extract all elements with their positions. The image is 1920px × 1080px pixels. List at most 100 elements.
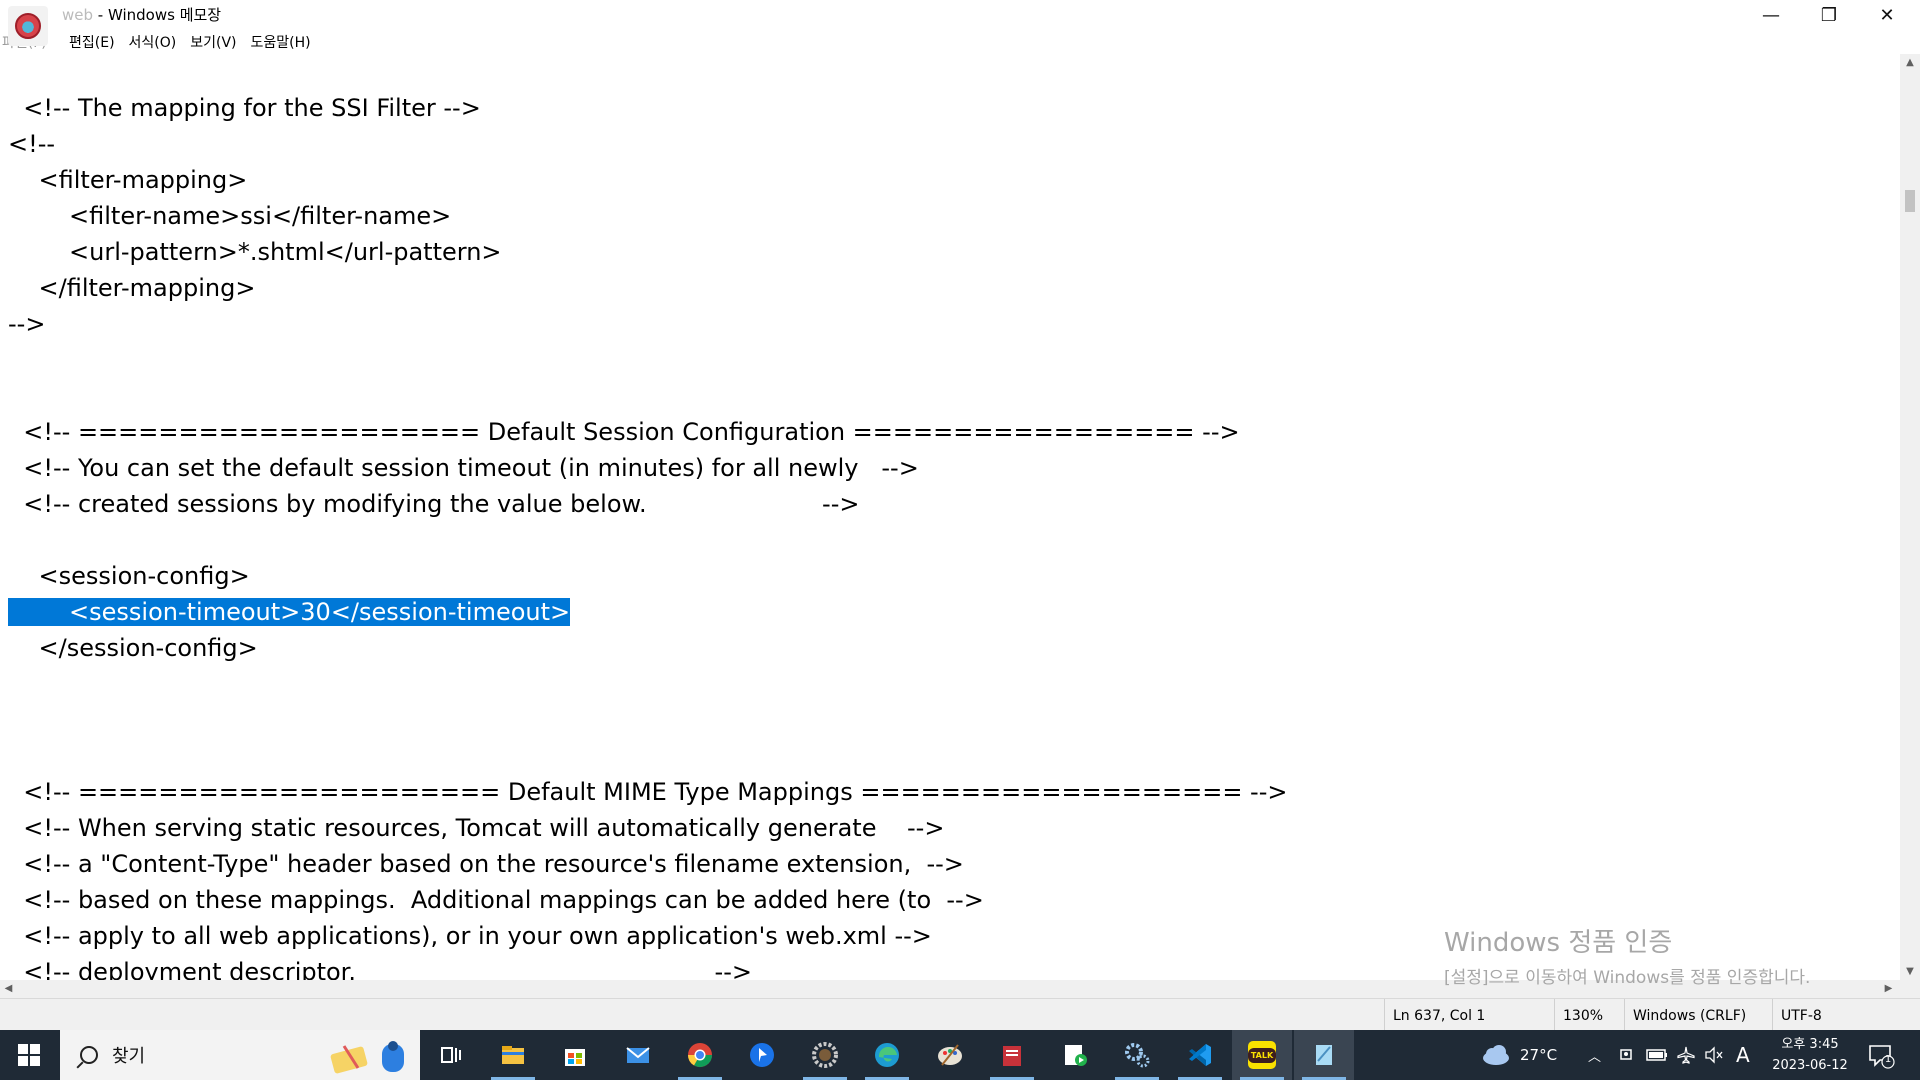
airplane-mode-icon[interactable] bbox=[1676, 1030, 1696, 1080]
notification-center-icon[interactable]: 1 bbox=[1866, 1040, 1896, 1070]
text-line: </filter-mapping> bbox=[8, 270, 256, 306]
mail-icon bbox=[626, 1047, 650, 1063]
status-encoding: UTF-8 bbox=[1772, 999, 1902, 1033]
search-icon bbox=[80, 1046, 98, 1064]
scroll-left-icon[interactable]: ◀ bbox=[0, 980, 17, 998]
notepad-icon bbox=[1316, 1045, 1332, 1065]
taskbar-search-box[interactable]: 찾기 bbox=[60, 1030, 420, 1080]
taskbar-file-explorer[interactable] bbox=[483, 1030, 543, 1080]
status-line-ending: Windows (CRLF) bbox=[1624, 999, 1772, 1033]
text-line: <session-config> bbox=[8, 558, 250, 594]
taskbar-store[interactable] bbox=[545, 1030, 605, 1080]
taskbar-gear-app[interactable] bbox=[795, 1030, 855, 1080]
taskbar-kakaotalk[interactable]: TALK bbox=[1232, 1030, 1292, 1080]
taskbar-red-notepad[interactable] bbox=[982, 1030, 1042, 1080]
weather-widget[interactable]: 27°C bbox=[1480, 1030, 1557, 1080]
app-logo-icon bbox=[15, 13, 41, 39]
text-line: <!-- apply to all web applications), or … bbox=[8, 918, 932, 954]
scroll-up-icon[interactable]: ▲ bbox=[1900, 54, 1920, 71]
menu-help[interactable]: 도움말(H) bbox=[244, 32, 318, 52]
search-highlight-icon bbox=[330, 1041, 404, 1074]
text-line: <session-timeout>30</session-timeout> bbox=[8, 594, 571, 630]
text-line: <!-- ==================== Default Sessio… bbox=[8, 414, 1240, 450]
text-line: --> bbox=[8, 306, 45, 342]
maximize-button[interactable]: ❐ bbox=[1800, 0, 1858, 30]
line-text: --> bbox=[8, 310, 46, 338]
taskbar-edge[interactable] bbox=[857, 1030, 917, 1080]
kakaotalk-label: TALK bbox=[1247, 1047, 1277, 1063]
status-zoom: 130% bbox=[1554, 999, 1624, 1033]
media-player-icon bbox=[1065, 1045, 1087, 1066]
taskbar-notepad[interactable] bbox=[1294, 1030, 1354, 1080]
text-editor[interactable]: <!-- The mapping for the SSI Filter --> <… bbox=[0, 56, 1900, 980]
folder-icon bbox=[502, 1046, 524, 1064]
taskbar-vscode[interactable] bbox=[1170, 1030, 1230, 1080]
line-text: <!-- ==================== Default Sessio… bbox=[8, 418, 1240, 446]
taskbar-media-app[interactable] bbox=[1045, 1030, 1105, 1080]
line-text: <session-config> bbox=[8, 562, 250, 590]
scroll-right-icon[interactable]: ▶ bbox=[1880, 980, 1897, 998]
line-text: </filter-mapping> bbox=[8, 274, 256, 302]
text-line: <!-- created sessions by modifying the v… bbox=[8, 486, 859, 522]
activation-watermark: Windows 정품 인증 [설정]으로 이동하여 Windows를 정품 인증… bbox=[1444, 922, 1810, 988]
app-icon[interactable] bbox=[8, 6, 48, 46]
chrome-icon bbox=[688, 1043, 712, 1068]
taskbar-control-app[interactable] bbox=[1107, 1030, 1167, 1080]
notebook-icon bbox=[1003, 1046, 1021, 1066]
line-text: <!-- ===================== Default MIME … bbox=[8, 778, 1288, 806]
taskbar-task-view[interactable] bbox=[420, 1030, 480, 1080]
battery-icon[interactable] bbox=[1646, 1030, 1668, 1080]
menu-bar: 파일(F) 편집(E) 서식(O) 보기(V) 도움말(H) bbox=[0, 30, 1920, 54]
taskbar-clock[interactable]: 오후 3:45 2023-06-12 bbox=[1760, 1034, 1860, 1076]
line-text: <filter-mapping> bbox=[8, 166, 248, 194]
taskbar-mail[interactable] bbox=[608, 1030, 668, 1080]
line-text: <!-- The mapping for the SSI Filter --> bbox=[8, 94, 481, 122]
text-line: <!-- bbox=[8, 126, 55, 162]
line-text: <!-- When serving static resources, Tomc… bbox=[8, 814, 945, 842]
text-line: <!-- based on these mappings. Additional… bbox=[8, 882, 984, 918]
tray-meet-icon[interactable] bbox=[1618, 1030, 1636, 1080]
taskbar-pinned-app[interactable] bbox=[732, 1030, 792, 1080]
line-text: <!-- based on these mappings. Additional… bbox=[8, 886, 984, 914]
watermark-title: Windows 정품 인증 bbox=[1444, 928, 1673, 958]
store-icon bbox=[565, 1049, 585, 1066]
ime-indicator[interactable]: A bbox=[1736, 1030, 1750, 1080]
text-line: <filter-name>ssi</filter-name> bbox=[8, 198, 451, 234]
windows-logo-icon bbox=[18, 1044, 40, 1066]
text-line: <!-- The mapping for the SSI Filter --> bbox=[8, 90, 481, 126]
cloud-icon bbox=[1483, 1045, 1509, 1065]
line-text: <url-pattern>*.shtml</url-pattern> bbox=[8, 238, 502, 266]
close-button[interactable]: ✕ bbox=[1858, 0, 1916, 30]
kakaotalk-icon: TALK bbox=[1247, 1041, 1277, 1069]
weather-temp: 27°C bbox=[1520, 1046, 1558, 1064]
text-line: <filter-mapping> bbox=[8, 162, 248, 198]
title-main: - Windows 메모장 bbox=[93, 6, 222, 24]
watermark-subtitle: [설정]으로 이동하여 Windows를 정품 인증합니다. bbox=[1444, 968, 1811, 988]
settings-gear-icon bbox=[1125, 1043, 1150, 1068]
line-text: </session-config> bbox=[8, 634, 258, 662]
title-hidden-part: web bbox=[62, 6, 94, 24]
line-text: <!-- bbox=[8, 130, 56, 158]
selected-text: <session-timeout>30</session-timeout> bbox=[8, 598, 571, 626]
volume-muted-icon[interactable] bbox=[1704, 1030, 1724, 1080]
text-line: <url-pattern>*.shtml</url-pattern> bbox=[8, 234, 502, 270]
scroll-thumb[interactable] bbox=[1905, 190, 1915, 212]
line-text: <!-- a "Content-Type" header based on th… bbox=[8, 850, 964, 878]
menu-view[interactable]: 보기(V) bbox=[183, 32, 243, 52]
vertical-scrollbar[interactable]: ▲ ▼ bbox=[1900, 54, 1920, 980]
paint-icon bbox=[938, 1044, 962, 1066]
minimize-button[interactable]: — bbox=[1742, 0, 1800, 30]
status-position: Ln 637, Col 1 bbox=[1384, 999, 1554, 1033]
start-button[interactable] bbox=[0, 1030, 58, 1080]
menu-edit[interactable]: 편집(E) bbox=[62, 32, 122, 52]
menu-format[interactable]: 서식(O) bbox=[122, 32, 184, 52]
taskbar-paint[interactable] bbox=[920, 1030, 980, 1080]
window-title: web - Windows 메모장 bbox=[62, 4, 221, 25]
title-bar[interactable]: web - Windows 메모장 — ❐ ✕ bbox=[0, 0, 1920, 30]
text-line: <!-- ===================== Default MIME … bbox=[8, 774, 1288, 810]
line-text: <!-- You can set the default session tim… bbox=[8, 454, 919, 482]
tray-chevron-icon[interactable]: ︿ bbox=[1588, 1030, 1601, 1080]
clock-time: 오후 3:45 bbox=[1781, 1037, 1839, 1052]
taskbar-chrome[interactable] bbox=[670, 1030, 730, 1080]
scroll-down-icon[interactable]: ▼ bbox=[1900, 963, 1920, 980]
